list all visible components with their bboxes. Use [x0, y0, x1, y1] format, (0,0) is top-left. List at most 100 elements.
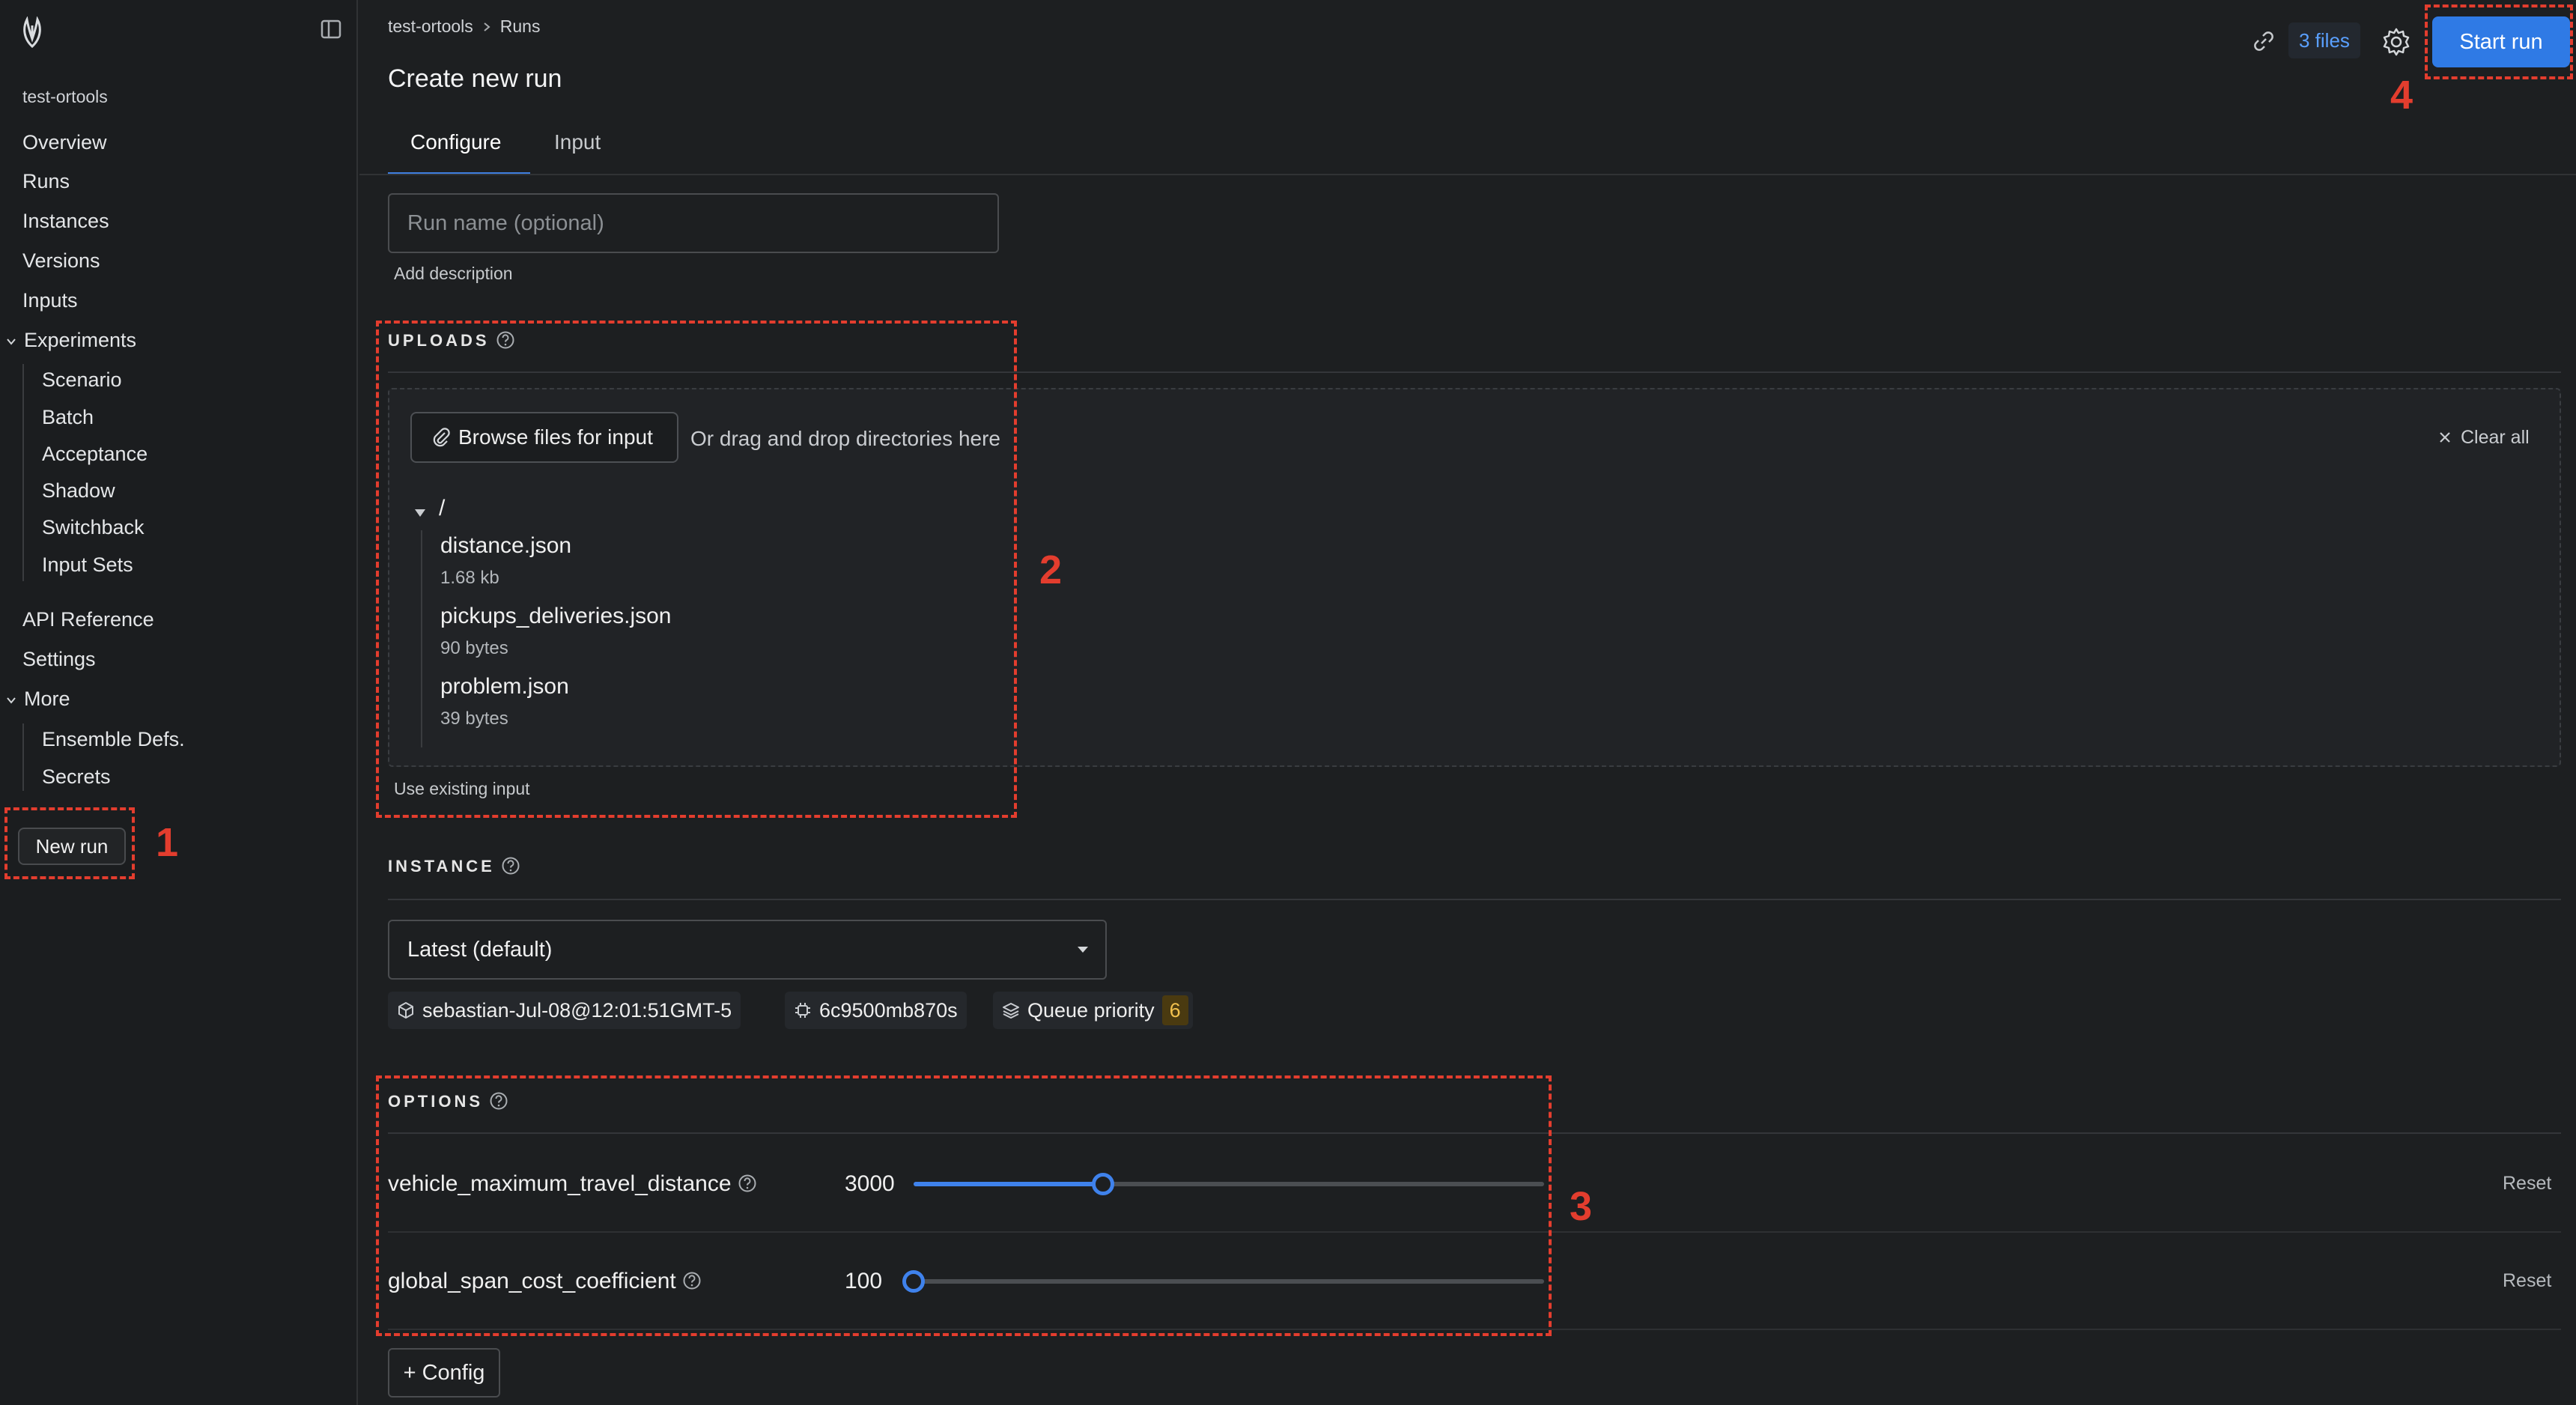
annotation-number-2: 2	[1039, 547, 1063, 592]
file-item-name[interactable]: pickups_deliveries.json	[440, 604, 672, 629]
file-item-size: 90 bytes	[440, 638, 508, 658]
cube-icon	[398, 1002, 413, 1019]
chevron-right-icon	[484, 22, 490, 31]
project-name: test-ortools	[22, 87, 108, 106]
logo-icon[interactable]	[19, 16, 45, 49]
help-circle-icon[interactable]	[682, 1271, 702, 1290]
chevron-down-icon	[7, 339, 16, 345]
option-name-label: global_span_cost_coefficient	[388, 1269, 676, 1293]
annotation-number-1: 1	[156, 820, 179, 865]
upload-dropzone[interactable]: Browse files for input Or drag and drop …	[388, 388, 2561, 767]
option-slider[interactable]	[914, 1173, 1544, 1195]
machine-tag-label: 6c9500mb870s	[819, 999, 958, 1022]
queue-priority-value: 6	[1161, 995, 1188, 1025]
option-row-divider	[388, 1329, 2561, 1330]
sidebar-item-scenario[interactable]: Scenario	[42, 365, 122, 395]
clear-all-button[interactable]: Clear all	[2438, 427, 2530, 449]
option-value: 100	[845, 1269, 883, 1293]
option-name: vehicle_maximum_travel_distance	[388, 1171, 757, 1197]
add-config-button[interactable]: + Config	[388, 1348, 500, 1398]
sidebar-group-more[interactable]: More	[6, 684, 70, 714]
sidebar-group-label: More	[24, 688, 70, 710]
options-divider	[388, 1132, 2561, 1134]
run-name-input[interactable]	[388, 193, 999, 253]
slider-handle[interactable]	[1091, 1173, 1114, 1195]
submenu-guide-line	[22, 364, 24, 581]
option-name: global_span_cost_coefficient	[388, 1269, 702, 1294]
folder-root[interactable]: /	[439, 496, 445, 521]
caret-down-icon[interactable]	[413, 508, 427, 518]
sidebar-item-secrets[interactable]: Secrets	[42, 762, 111, 792]
instance-label: INSTANCE	[388, 857, 495, 876]
file-item-name[interactable]: distance.json	[440, 533, 571, 559]
gear-icon[interactable]	[2381, 27, 2411, 57]
sidebar-item-ensemble-defs[interactable]: Ensemble Defs.	[42, 724, 185, 754]
sidebar-item-batch[interactable]: Batch	[42, 402, 94, 432]
slider-fill	[914, 1182, 1103, 1186]
use-existing-input-link[interactable]: Use existing input	[394, 779, 530, 799]
submenu-guide-line	[22, 723, 24, 791]
help-circle-icon[interactable]	[501, 856, 520, 876]
add-description-link[interactable]: Add description	[394, 264, 513, 284]
sidebar-item-api-reference[interactable]: API Reference	[22, 604, 154, 634]
drag-drop-hint: Or drag and drop directories here	[690, 427, 1000, 450]
reset-button[interactable]: Reset	[2503, 1173, 2551, 1195]
clear-all-label: Clear all	[2461, 427, 2530, 448]
breadcrumb: test-ortools Runs	[388, 16, 540, 37]
file-item-name[interactable]: problem.json	[440, 674, 569, 700]
instance-divider	[388, 899, 2561, 900]
instance-select[interactable]: Latest (default)	[388, 920, 1107, 980]
breadcrumb-project[interactable]: test-ortools	[388, 16, 473, 36]
sidebar: test-ortools Overview Runs Instances Ver…	[0, 0, 358, 1405]
instance-selected-value: Latest (default)	[407, 938, 553, 962]
annotation-number-3: 3	[1570, 1184, 1593, 1229]
option-row-divider	[388, 1231, 2561, 1233]
tab-input[interactable]: Input	[554, 126, 601, 175]
files-count-badge[interactable]: 3 files	[2288, 22, 2360, 58]
file-item-size: 39 bytes	[440, 708, 508, 729]
help-circle-icon[interactable]	[738, 1174, 757, 1193]
browse-files-button[interactable]: Browse files for input	[410, 412, 678, 463]
browse-files-label: Browse files for input	[458, 425, 653, 449]
sidebar-item-inputs[interactable]: Inputs	[22, 285, 78, 315]
sidebar-item-instances[interactable]: Instances	[22, 206, 109, 236]
sidebar-item-acceptance[interactable]: Acceptance	[42, 439, 148, 469]
reset-button[interactable]: Reset	[2503, 1270, 2551, 1292]
annotation-number-4: 4	[2390, 73, 2414, 118]
link-icon[interactable]	[2253, 30, 2275, 52]
sidebar-item-switchback[interactable]: Switchback	[42, 512, 145, 542]
sidebar-group-experiments[interactable]: Experiments	[6, 325, 136, 355]
tabs-divider	[359, 174, 2576, 175]
sidebar-group-label: Experiments	[24, 329, 137, 351]
help-circle-icon[interactable]	[496, 330, 515, 350]
sidebar-toggle-icon[interactable]	[321, 19, 341, 39]
queue-priority-tag: Queue priority 6	[993, 992, 1193, 1029]
cpu-chip-icon	[795, 1003, 810, 1018]
new-run-button[interactable]: New run	[18, 828, 126, 865]
paperclip-icon	[433, 428, 450, 447]
sidebar-item-runs[interactable]: Runs	[22, 166, 70, 196]
machine-tag: 6c9500mb870s	[785, 992, 967, 1029]
option-name-label: vehicle_maximum_travel_distance	[388, 1171, 732, 1196]
start-run-button[interactable]: Start run	[2432, 16, 2570, 67]
queue-priority-label: Queue priority	[1027, 999, 1155, 1022]
breadcrumb-runs[interactable]: Runs	[500, 16, 541, 36]
tree-guide-line	[421, 530, 422, 747]
sidebar-item-overview[interactable]: Overview	[22, 127, 107, 157]
uploads-divider	[388, 371, 2561, 373]
main-content: test-ortools Runs Create new run Configur…	[359, 0, 2576, 1405]
caret-down-icon	[1078, 947, 1088, 953]
options-label: OPTIONS	[388, 1092, 484, 1111]
close-icon	[2440, 432, 2450, 443]
sidebar-item-settings[interactable]: Settings	[22, 644, 96, 674]
help-circle-icon[interactable]	[489, 1091, 508, 1111]
sidebar-item-versions[interactable]: Versions	[22, 246, 100, 276]
sidebar-item-input-sets[interactable]: Input Sets	[42, 550, 133, 580]
uploads-section-label: UPLOADS	[388, 331, 515, 351]
tab-configure[interactable]: Configure	[388, 126, 530, 175]
chevron-down-icon	[7, 697, 16, 704]
slider-handle[interactable]	[902, 1270, 925, 1293]
option-slider[interactable]	[902, 1270, 1544, 1293]
sidebar-item-shadow[interactable]: Shadow	[42, 476, 115, 506]
version-tag-label: sebastian-Jul-08@12:01:51GMT-5	[422, 999, 732, 1022]
